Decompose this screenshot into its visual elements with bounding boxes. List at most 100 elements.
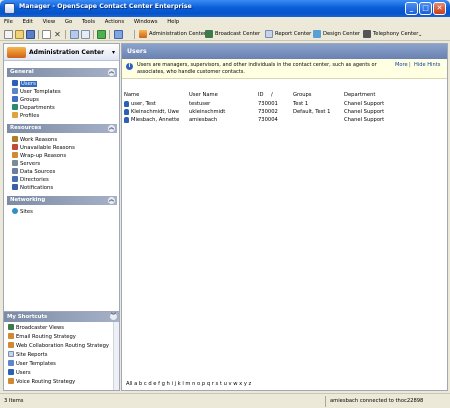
refresh-icon[interactable] [97,30,106,39]
section-general[interactable]: General ︽ [7,68,117,77]
sidebar-item-departments[interactable]: Departments [12,104,55,111]
collapse-icon[interactable]: ︽ [108,125,115,132]
column-header-groups[interactable]: Groups [293,92,312,98]
design-center-icon [313,30,321,38]
section-general-title: General [10,69,34,75]
toolbar-separator [93,30,94,39]
section-resources[interactable]: Resources ︽ [7,124,117,133]
preview-icon[interactable] [81,30,90,39]
shortcut-web-collaboration-routing-strategy[interactable]: Web Collaboration Routing Strategy [8,342,109,349]
sidebar-item-wrap-up-reasons[interactable]: Wrap-up Reasons [12,152,66,159]
menu-edit[interactable]: Edit [19,17,37,25]
sidebar-item-user-templates[interactable]: User Templates [12,88,61,95]
main-pane: Users i Users are managers, supervisors,… [121,43,448,391]
sidebar-item-directories[interactable]: Directories [12,176,49,183]
column-header-id[interactable]: ID [258,92,264,98]
chevron-down-icon[interactable]: ▾ [112,49,115,56]
more-link[interactable]: More [395,62,408,68]
cell-groups: Test 1 [293,101,309,107]
menu-tools[interactable]: Tools [78,17,99,25]
collapse-icon[interactable]: ︽ [108,69,115,76]
info-icon: i [126,63,133,70]
minimize-button[interactable]: _ [405,2,418,15]
alphabet-filter[interactable]: All a b c d e f g h i j k l m n o p q r … [126,381,251,387]
sidebar-item-notifications[interactable]: Notifications [12,184,53,191]
save-icon[interactable] [26,30,35,39]
properties-icon[interactable] [42,30,51,39]
maximize-button[interactable]: □ [419,2,432,15]
shortcuts-scrollbar[interactable] [113,322,119,390]
sidebar-item-data-sources[interactable]: Data Sources [12,168,55,175]
help-icon[interactable] [114,30,123,39]
user-icon [8,369,14,375]
shortcut-email-routing-strategy[interactable]: Email Routing Strategy [8,333,76,340]
shortcut-voice-routing-strategy[interactable]: Voice Routing Strategy [8,378,75,385]
sidebar-item-servers[interactable]: Servers [12,160,40,167]
shortcuts-header[interactable]: My Shortcuts ︾ [4,312,119,322]
design-center-button[interactable]: Design Center [323,31,360,37]
sidebar-item-users[interactable]: Users [12,80,37,87]
hide-hints-link[interactable]: Hide Hints [414,62,440,68]
open-folder-icon[interactable] [15,30,24,39]
table-row[interactable]: user, Test testuser 730001 Test 1 Chanel… [122,101,447,108]
unavailable-reason-icon [12,144,18,150]
shortcut-user-templates[interactable]: User Templates [8,360,56,367]
menu-view[interactable]: View [39,17,60,25]
user-icon [124,117,129,123]
telephony-center-icon [363,30,371,38]
table-row[interactable]: Miesbach, Annette amiesbach 730004 Chane… [122,117,447,124]
cell-id: 730002 [258,109,278,115]
table-header: Name User Name ID / Groups Department [122,92,447,100]
server-icon [12,160,18,166]
work-reason-icon [12,136,18,142]
window-title: Manager - OpenScape Contact Center Enter… [19,3,192,10]
sidebar-item-profiles[interactable]: Profiles [12,112,39,119]
cell-department: Chanel Support [344,101,385,107]
telephony-center-button[interactable]: Telephony Center [373,31,418,37]
user-icon [124,101,129,107]
menu-go[interactable]: Go [61,17,76,25]
menu-actions[interactable]: Actions [101,17,128,25]
toolbar-separator [134,30,135,39]
toolbar-separator [65,30,66,39]
collapse-icon[interactable]: ︾ [110,313,117,320]
shortcut-users[interactable]: Users [8,369,31,376]
column-header-department[interactable]: Department [344,92,375,98]
toolbar-separator [38,30,39,39]
sidebar-item-work-reasons[interactable]: Work Reasons [12,136,57,143]
menu-file[interactable]: File [0,17,17,25]
shortcut-site-reports[interactable]: Site Reports [8,351,48,358]
cell-id: 730001 [258,101,278,107]
toolbar-overflow-icon[interactable]: ⌄ [418,32,422,38]
cell-name: user, Test [131,101,156,107]
cell-id: 730004 [258,117,278,123]
broadcast-center-button[interactable]: Broadcast Center [215,31,260,37]
department-icon [12,104,18,110]
close-button[interactable]: ✕ [433,2,446,15]
section-resources-title: Resources [10,125,42,131]
status-bar: 3 Items amiesbach connected to thoc22898 [0,393,450,408]
sidebar-item-sites[interactable]: Sites [12,208,33,215]
report-center-button[interactable]: Report Center [275,31,311,37]
administration-center-button[interactable]: Administration Center [149,31,206,37]
user-template-icon [8,360,14,366]
menu-windows[interactable]: Windows [130,17,162,25]
delete-icon[interactable]: ✕ [53,30,62,39]
cell-user-name: testuser [189,101,211,107]
sidebar-item-unavailable-reasons[interactable]: Unavailable Reasons [12,144,75,151]
print-icon[interactable] [70,30,79,39]
cell-name: Kleinschmidt, Uwe [131,109,179,115]
section-networking[interactable]: Networking ︽ [7,196,117,205]
sidebar-item-groups[interactable]: Groups [12,96,39,103]
column-header-name[interactable]: Name [124,92,139,98]
shortcuts-title: My Shortcuts [7,314,48,320]
cell-name: Miesbach, Annette [131,117,180,123]
collapse-icon[interactable]: ︽ [108,197,115,204]
menu-help[interactable]: Help [163,17,183,25]
table-row[interactable]: Kleinschmidt, Uwe ukleinschmidt 730002 D… [122,109,447,116]
center-selector[interactable]: Administration Center ▾ [4,44,119,61]
hint-banner: i Users are managers, supervisors, and o… [122,59,447,79]
column-header-user-name[interactable]: User Name [189,92,218,98]
shortcut-broadcaster-views[interactable]: Broadcaster Views [8,324,64,331]
new-icon[interactable] [4,30,13,39]
